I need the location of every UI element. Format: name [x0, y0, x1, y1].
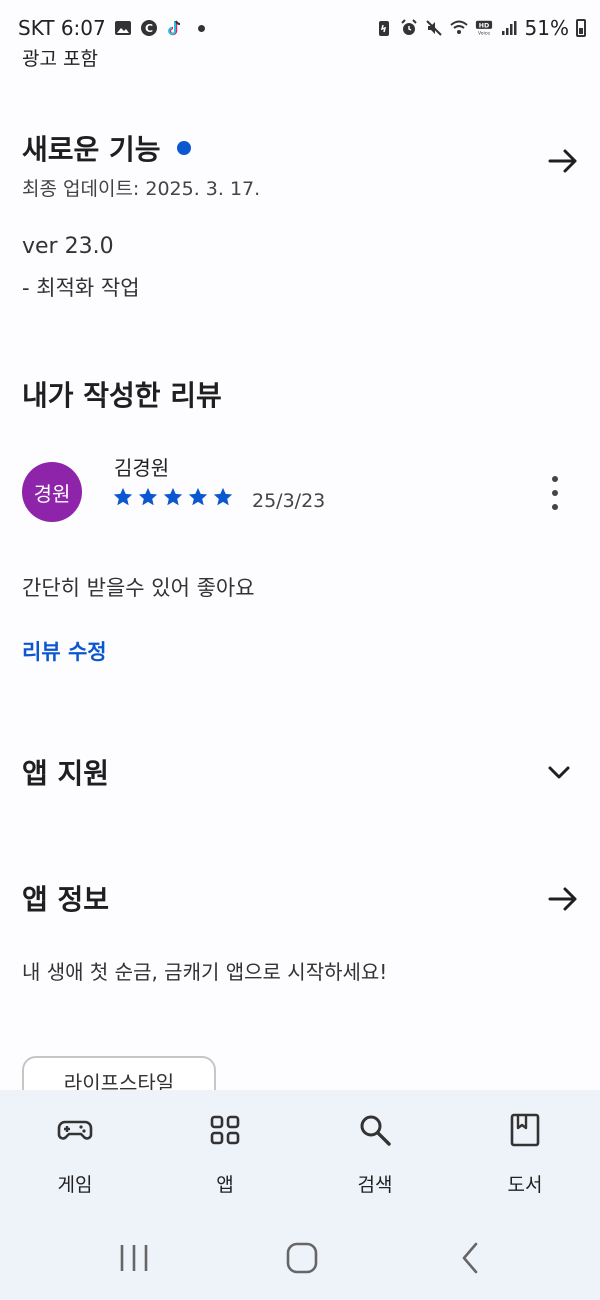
- svg-text:C: C: [145, 22, 153, 35]
- apps-grid-icon: [210, 1115, 240, 1145]
- recent-apps-icon[interactable]: [116, 1240, 152, 1276]
- battery-percent: 51%: [524, 16, 569, 40]
- star-icon: [113, 487, 133, 506]
- battery-icon: [576, 19, 586, 37]
- star-icon: [138, 487, 158, 506]
- back-icon[interactable]: [452, 1240, 488, 1276]
- nav-item-search[interactable]: 검색: [300, 1090, 450, 1212]
- my-review-title: 내가 작성한 리뷰: [22, 379, 222, 412]
- avatar: 경원: [22, 462, 82, 522]
- bottom-navigation: 게임 앱 검색 도서: [0, 1090, 600, 1212]
- app-info-title: 앱 정보: [22, 883, 110, 916]
- home-icon[interactable]: [284, 1240, 320, 1276]
- system-navigation: [0, 1212, 600, 1300]
- wifi-icon: [449, 20, 468, 34]
- chevron-down-icon[interactable]: [544, 758, 574, 788]
- review-date: 25/3/23: [252, 490, 326, 512]
- book-icon: [510, 1113, 540, 1147]
- gallery-icon: [114, 21, 131, 35]
- battery-saver-icon: [378, 21, 389, 36]
- notification-dot-icon: [197, 24, 205, 32]
- star-rating: [112, 486, 234, 508]
- carrier-time: SKT 6:07: [18, 16, 106, 40]
- reviewer-name: 김경원: [114, 456, 170, 480]
- svg-text:HD: HD: [478, 23, 489, 30]
- search-icon: [360, 1115, 391, 1146]
- more-dot-icon: [552, 476, 558, 482]
- status-right: HD Voice 51%: [375, 16, 586, 40]
- star-icon: [188, 487, 208, 506]
- nav-label-books: 도서: [507, 1174, 543, 1196]
- app-support-title: 앱 지원: [22, 757, 110, 790]
- app-support-section[interactable]: 앱 지원: [22, 752, 582, 792]
- star-icon: [213, 487, 233, 506]
- app-info-section[interactable]: 앱 정보: [22, 878, 582, 918]
- whats-new-title: 새로운 기능: [22, 133, 161, 166]
- svg-text:Voice: Voice: [478, 30, 490, 36]
- star-icon: [163, 487, 183, 506]
- c-app-icon: C: [140, 20, 157, 36]
- arrow-right-icon[interactable]: [546, 144, 580, 178]
- app-description: 내 생애 첫 순금, 금캐기 앱으로 시작하세요!: [22, 960, 388, 984]
- nav-label-search: 검색: [357, 1174, 393, 1196]
- edit-review-button[interactable]: 리뷰 수정: [22, 636, 107, 666]
- alarm-icon: [400, 19, 417, 35]
- nav-label-apps: 앱: [216, 1174, 234, 1196]
- last-updated: 최종 업데이트: 2025. 3. 17.: [22, 178, 261, 200]
- whats-new-title-row: 새로운 기능: [22, 128, 582, 168]
- ad-label: 광고 포함: [22, 48, 98, 70]
- review-text: 간단히 받을수 있어 좋아요: [22, 576, 255, 600]
- signal-icon: [501, 21, 517, 35]
- new-indicator-dot: [176, 141, 191, 155]
- hd-voice-icon: HDVoice: [475, 20, 492, 36]
- more-dot-icon: [552, 504, 558, 510]
- more-dot-icon: [552, 490, 558, 496]
- mute-icon: [425, 20, 442, 36]
- tiktok-icon: [167, 20, 180, 36]
- status-left: SKT 6:07 C: [18, 16, 205, 40]
- more-options-button[interactable]: [544, 476, 566, 510]
- nav-item-games[interactable]: 게임: [0, 1090, 150, 1212]
- nav-item-books[interactable]: 도서: [450, 1090, 600, 1212]
- whats-new-section[interactable]: 새로운 기능 최종 업데이트: 2025. 3. 17.: [22, 128, 582, 208]
- version-text: ver 23.0: [22, 234, 114, 259]
- arrow-right-icon[interactable]: [546, 882, 580, 916]
- release-notes: - 최적화 작업: [22, 276, 140, 300]
- nav-label-games: 게임: [57, 1174, 93, 1196]
- gamepad-icon: [57, 1120, 93, 1140]
- nav-item-apps[interactable]: 앱: [150, 1090, 300, 1212]
